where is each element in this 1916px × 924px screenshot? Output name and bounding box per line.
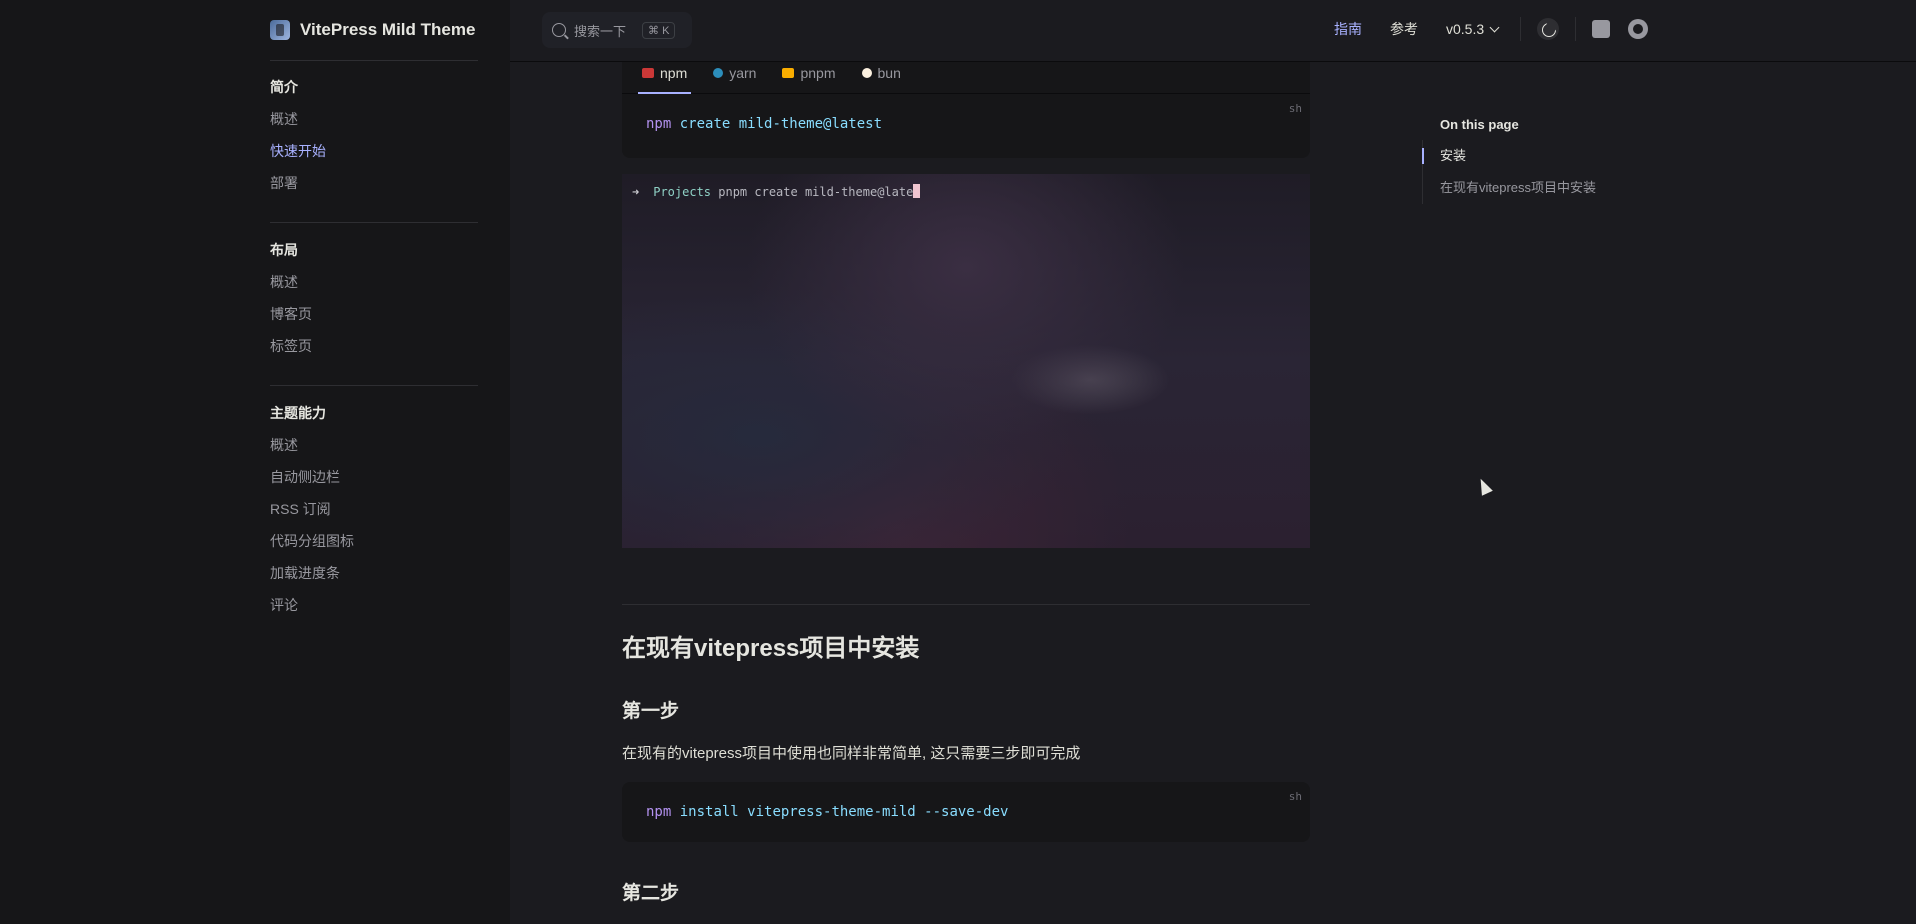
sidebar-group-title: 主题能力 <box>270 405 326 421</box>
brand[interactable]: VitePress Mild Theme <box>270 18 475 42</box>
sidebar-group-layout: 布局 概述 博客页 标签页 <box>270 234 478 362</box>
npm-icon <box>642 67 654 78</box>
code-lang-label: sh <box>1288 102 1302 115</box>
yarn-icon <box>713 67 724 78</box>
pnpm-icon <box>782 67 795 78</box>
sidebar-group-features: 主题能力 概述 自动侧边栏 RSS 订阅 代码分组图标 加载进度条 评论 <box>270 397 478 621</box>
divider <box>1575 17 1577 41</box>
terminal-demo: ➜ Projects pnpm create mild-theme@late <box>622 174 1310 548</box>
bun-icon <box>861 67 872 78</box>
nav-link-guide[interactable]: 指南 <box>1334 19 1362 39</box>
code-block: sh npm create mild-theme@latest <box>622 94 1310 158</box>
step-two-heading: 第二步 <box>622 883 680 904</box>
section-heading: 在现有vitepress项目中安装 <box>622 635 920 662</box>
terminal-command: pnpm create mild-theme@late <box>711 185 914 199</box>
top-navbar: 搜索一下 ⌘ K 指南 参考 v0.5.3 <box>510 0 1916 62</box>
tab-label: bun <box>877 64 901 81</box>
sidebar-item-code-group-icons[interactable]: 代码分组图标 <box>270 525 478 557</box>
search-label: 搜索一下 <box>574 23 627 39</box>
sidebar: VitePress Mild Theme 简介 概述 快速开始 部署 布局 概述… <box>0 0 510 924</box>
tab-label: pnpm <box>800 64 836 81</box>
version-dropdown[interactable]: v0.5.3 <box>1446 21 1500 37</box>
code-lang-label: sh <box>1288 790 1302 803</box>
top-nav: 指南 参考 v0.5.3 <box>1334 0 1649 58</box>
code-block: sh npm install vitepress-theme-mild --sa… <box>622 782 1310 842</box>
sidebar-group-title: 简介 <box>270 79 298 95</box>
code-text: create mild-theme@latest <box>671 116 883 132</box>
sidebar-group-intro: 简介 概述 快速开始 部署 <box>270 71 478 199</box>
divider <box>270 222 478 223</box>
code-line: npm create mild-theme@latest <box>646 116 882 132</box>
github-icon[interactable] <box>1628 19 1649 39</box>
page-outline: On this page 安装 在现有vitepress项目中安装 <box>1422 110 1642 204</box>
divider <box>270 385 478 386</box>
search-shortcut: ⌘ K <box>642 21 676 39</box>
sidebar-item-features-overview[interactable]: 概述 <box>270 429 478 461</box>
prompt-arrow-icon: ➜ <box>632 185 640 199</box>
code-text: install vitepress-theme-mild --save-dev <box>671 804 1009 820</box>
outline-active-marker <box>1422 148 1424 164</box>
terminal-line: ➜ Projects pnpm create mild-theme@late <box>632 184 921 199</box>
chevron-down-icon <box>1489 22 1500 33</box>
nav-link-reference[interactable]: 参考 <box>1390 19 1418 39</box>
divider <box>270 60 478 61</box>
divider <box>1520 17 1522 41</box>
mouse-cursor-icon <box>1475 476 1493 496</box>
code-line: npm install vitepress-theme-mild --save-… <box>646 804 1008 820</box>
sidebar-item-overview[interactable]: 概述 <box>270 103 478 135</box>
terminal-path: Projects <box>653 185 712 199</box>
code-keyword: npm <box>646 804 672 820</box>
tab-label: yarn <box>729 64 757 81</box>
sidebar-item-progress[interactable]: 加载进度条 <box>270 557 478 589</box>
sidebar-item-quickstart[interactable]: 快速开始 <box>270 135 478 167</box>
sidebar-item-tags[interactable]: 标签页 <box>270 330 478 362</box>
rss-icon[interactable] <box>1592 20 1611 38</box>
sidebar-item-comments[interactable]: 评论 <box>270 589 478 621</box>
search-icon <box>552 23 566 37</box>
divider <box>622 604 1310 605</box>
search-button[interactable]: 搜索一下 ⌘ K <box>542 12 692 48</box>
sidebar-item-layout-overview[interactable]: 概述 <box>270 266 478 298</box>
outline-link-install[interactable]: 安装 <box>1422 140 1642 172</box>
version-label: v0.5.3 <box>1446 21 1485 37</box>
outline-title: On this page <box>1440 117 1519 132</box>
sidebar-item-deploy[interactable]: 部署 <box>270 167 478 199</box>
outline-link-existing-install[interactable]: 在现有vitepress项目中安装 <box>1422 172 1642 204</box>
logo-icon <box>270 20 290 40</box>
sidebar-group-title: 布局 <box>270 242 298 258</box>
tab-label: npm <box>660 64 688 81</box>
sidebar-item-auto-sidebar[interactable]: 自动侧边栏 <box>270 461 478 493</box>
brand-title: VitePress Mild Theme <box>300 20 476 39</box>
step-one-heading: 第一步 <box>622 701 680 722</box>
sidebar-item-rss[interactable]: RSS 订阅 <box>270 493 478 525</box>
code-keyword: npm <box>646 116 672 132</box>
paragraph: 在现有的vitepress项目中使用也同样非常简单, 这只需要三步即可完成 <box>622 745 1081 762</box>
sidebar-item-blog[interactable]: 博客页 <box>270 298 478 330</box>
terminal-cursor <box>913 184 921 198</box>
moon-icon[interactable] <box>1537 18 1560 40</box>
